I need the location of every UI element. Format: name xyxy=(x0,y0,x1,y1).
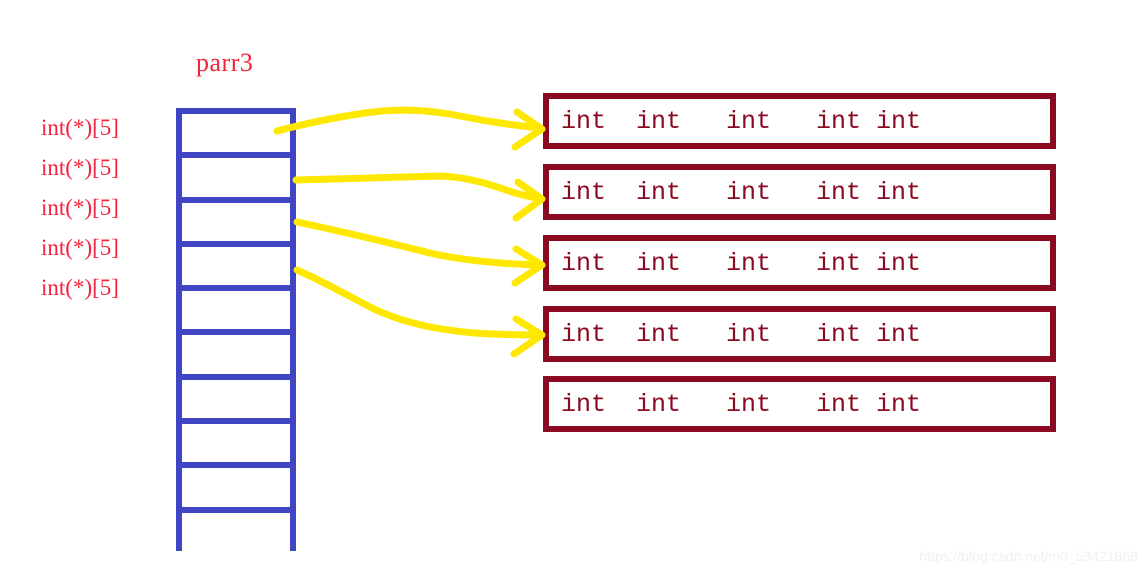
int-array-row-text: int int int int int xyxy=(561,248,922,278)
pointer-array-box xyxy=(176,108,296,557)
pointer-array-cell xyxy=(182,468,290,513)
int-array-row-text: int int int int int xyxy=(561,389,922,419)
pointer-arrow-icon xyxy=(293,218,546,287)
pointer-arrow-icon xyxy=(293,266,546,358)
type-label-column: int(*)[5] int(*)[5] int(*)[5] int(*)[5] … xyxy=(41,108,176,308)
pointer-array-cell xyxy=(182,246,290,292)
type-label: int(*)[5] xyxy=(41,155,119,180)
type-label: int(*)[5] xyxy=(41,235,119,260)
int-array-row: int int int int int xyxy=(543,235,1056,291)
pointer-array-cell xyxy=(182,379,290,425)
int-array-row: int int int int int xyxy=(543,93,1056,149)
pointer-arrow-icon xyxy=(292,172,546,222)
type-label: int(*)[5] xyxy=(41,195,119,220)
type-label: int(*)[5] xyxy=(41,115,119,140)
int-array-row: int int int int int xyxy=(543,306,1056,362)
diagram-canvas: parr3 int(*)[5] int(*)[5] int(*)[5] int(… xyxy=(0,0,1148,572)
pointer-array-cell xyxy=(182,202,290,247)
pointer-array-cell xyxy=(182,158,290,203)
type-label: int(*)[5] xyxy=(41,275,119,300)
int-array-row-text: int int int int int xyxy=(561,106,922,136)
int-array-row: int int int int int xyxy=(543,164,1056,220)
pointer-array-name-label: parr3 xyxy=(196,48,254,77)
int-array-row-text: int int int int int xyxy=(561,177,922,207)
int-array-row-text: int int int int int xyxy=(561,319,922,349)
pointer-array-cell xyxy=(182,424,290,469)
pointer-array-cell xyxy=(182,291,290,336)
pointer-array-cell xyxy=(182,512,290,557)
watermark-text: https://blog.csdn.net/m0_53421868 xyxy=(919,548,1138,564)
pointer-arrow-icon xyxy=(273,106,546,151)
int-array-row: int int int int int xyxy=(543,376,1056,432)
pointer-array-cell xyxy=(182,114,290,159)
pointer-array-cell xyxy=(182,335,290,380)
